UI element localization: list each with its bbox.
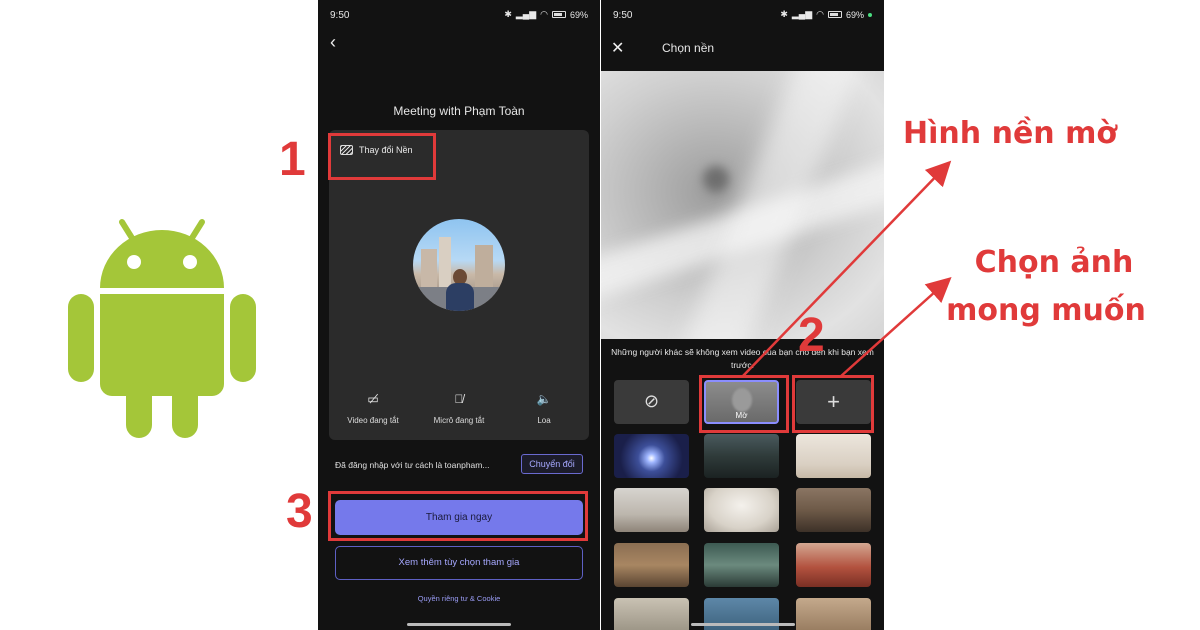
background-tile-10[interactable] [614,598,689,630]
speaker-label: Loa [537,416,551,425]
background-tile-white-room[interactable] [796,434,871,478]
mic-label: Micrô đang tắt [433,416,485,425]
wifi-icon: ◠ [540,9,548,19]
page-title: Chọn nền [662,41,715,55]
switch-account-button[interactable]: Chuyển đổi [521,454,583,474]
highlight-join-now [328,491,588,541]
status-time: 9:50 [330,10,350,21]
battery-icon [827,11,842,18]
status-bar: 9:50 ✱ ▂▄▆ ◠ 69% [601,0,884,26]
choose-callout-line1: Chọn ảnh [974,245,1134,280]
highlight-blur-tile [699,375,789,433]
no-background-tile[interactable]: ⊘ [614,380,689,424]
battery-icon [551,11,566,18]
avatar [413,219,505,311]
meeting-title: Meeting with Phạm Toàn [393,104,525,118]
home-indicator [690,623,795,626]
active-dot-icon [868,12,872,17]
wifi-icon: ◠ [816,9,824,19]
mic-toggle[interactable]: 🎙̸ Micrô đang tắt [419,392,499,425]
step-number-3: 3 [286,485,313,538]
more-join-options-button[interactable]: Xem thêm tùy chọn tham gia [335,546,583,580]
privacy-cookie-link[interactable]: Quyền riêng tư & Cookie [318,594,600,603]
back-button[interactable]: ‹ [330,32,350,52]
blur-callout-label: Hình nền mờ [903,116,1117,151]
highlight-add-tile [792,375,874,433]
battery-level: 69% [569,9,588,20]
speaker-toggle[interactable]: 🔈 Loa [504,392,584,425]
highlight-change-background [328,133,436,180]
background-tile-glass-house[interactable] [704,543,779,587]
signed-in-text: Đã đăng nhập với tư cách là toanpham... [335,460,490,470]
background-tile-arched-room[interactable] [704,488,779,532]
android-logo-icon [68,219,256,438]
choose-callout-line2: mong muốn [946,293,1146,328]
background-tile-12[interactable] [796,598,871,630]
background-tile-library[interactable] [614,543,689,587]
status-time: 9:50 [613,10,633,21]
home-indicator [407,623,511,626]
canvas: 9:50 ✱ ▂▄▆ ◠ 69% ‹ Meeting with Phạm Toà… [0,0,1200,630]
bluetooth-icon: ✱ [780,9,788,19]
none-icon: ⊘ [643,391,660,411]
background-tile-wood-room[interactable] [796,488,871,532]
background-tile-mountain-lake[interactable] [704,434,779,478]
background-tile-space-scene[interactable] [614,434,689,478]
status-bar: 9:50 ✱ ▂▄▆ ◠ 69% [318,0,600,26]
speaker-icon: 🔈 [536,392,552,406]
step-number-2: 2 [798,309,825,362]
step-number-1: 1 [279,133,306,186]
camera-off-icon: ▭̸ [367,392,379,406]
mic-off-icon: 🎙̸ [454,392,464,406]
camera-label: Video đang tắt [347,416,399,425]
battery-level: 69% [845,9,864,20]
signal-icon: ▂▄▆ [515,9,537,19]
signal-icon: ▂▄▆ [791,9,813,19]
background-tile-red-room[interactable] [796,543,871,587]
bluetooth-icon: ✱ [504,9,512,19]
preview-notice: Những người khác sẽ không xem video của … [611,347,874,370]
close-button[interactable]: ✕ [611,38,624,58]
background-tile-living-room[interactable] [614,488,689,532]
camera-toggle[interactable]: ▭̸ Video đang tắt [333,392,413,425]
blurred-background-preview [601,71,884,339]
background-selector-screen: 9:50 ✱ ▂▄▆ ◠ 69% ✕ Chọn nền Những người … [601,0,884,630]
